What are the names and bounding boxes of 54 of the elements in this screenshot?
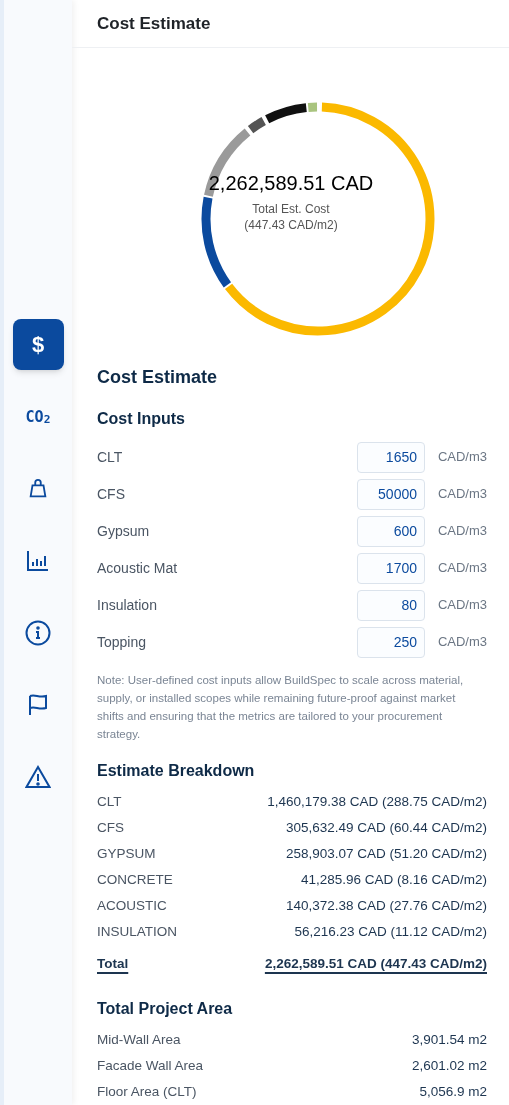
total-cost-caption: Total Est. Cost — [252, 201, 330, 217]
bag-icon — [27, 478, 49, 500]
row-value: 56,216.23 CAD (11.12 CAD/m2) — [294, 922, 487, 941]
row-value: 41,285.96 CAD (8.16 CAD/m2) — [300, 870, 487, 889]
row-label: CFS — [97, 818, 124, 837]
unit-label: CAD/m3 — [436, 596, 487, 615]
row-value: 3,901.54 m2 — [411, 1030, 487, 1049]
subsection-title: Estimate Breakdown — [97, 762, 255, 779]
row-label: ACOUSTIC — [97, 896, 167, 915]
cost-input-field[interactable]: 600 — [357, 515, 425, 547]
unit-label: CAD/m3 — [436, 448, 487, 467]
cost-input-field[interactable]: 250 — [357, 626, 425, 658]
total-label: Total — [97, 954, 129, 973]
row-label: INSULATION — [97, 922, 177, 941]
section-title: Cost Estimate — [97, 367, 218, 387]
sidebar-tab[interactable]: $ — [12, 319, 64, 370]
total-cost: 2,262,589.51 CAD — [208, 171, 374, 195]
bar-chart-icon — [26, 550, 50, 572]
unit-label: CAD/m3 — [436, 485, 487, 504]
input-label: Insulation — [97, 595, 158, 615]
unit-label: CAD/m3 — [436, 559, 487, 578]
row-label: CLT — [97, 792, 122, 811]
subsection-title: Cost Inputs — [97, 410, 185, 427]
row-value: 258,903.07 CAD (51.20 CAD/m2) — [285, 844, 487, 863]
cost-input-field[interactable]: 1650 — [357, 441, 425, 473]
subsection-title: Total Project Area — [97, 1000, 233, 1017]
sidebar-tab[interactable]: CO$_{2}$ — [12, 392, 64, 442]
unit-label: CAD/m3 — [436, 522, 487, 541]
input-label: CFS — [97, 484, 126, 504]
cost-input-field[interactable]: 50000 — [357, 478, 425, 510]
panel-title: Cost Estimate — [97, 12, 211, 35]
row-value: 1,460,179.38 CAD (288.75 CAD/m2) — [267, 792, 487, 811]
input-label: Gypsum — [97, 521, 151, 541]
cost-input-field[interactable]: 1700 — [357, 552, 425, 584]
row-label: CONCRETE — [97, 870, 173, 889]
input-label: CLT — [97, 447, 124, 467]
input-label: Acoustic Mat — [97, 558, 179, 578]
unit-label: CAD/m3 — [436, 633, 487, 652]
row-value: 5,056.9 m2 — [419, 1082, 487, 1101]
row-value: 305,632.49 CAD (60.44 CAD/m2) — [285, 818, 487, 837]
row-label: Floor Area (CLT) — [97, 1082, 197, 1101]
note-text: Note: User-defined cost inputs allow BuildSpec to scale across material, supply, or installed scopes while remaining future-proof against market shifts and ensuring that the metrics are tailored to your procurement strategy. — [97, 673, 465, 742]
cost-input-field[interactable]: 80 — [357, 589, 425, 621]
row-label: Mid-Wall Area — [97, 1030, 181, 1049]
row-value: 140,372.38 CAD (27.76 CAD/m2) — [285, 896, 487, 915]
row-label: GYPSUM — [97, 844, 156, 863]
row-label: Facade Wall Area — [97, 1056, 204, 1075]
warning-icon — [25, 765, 51, 789]
input-label: Topping — [97, 632, 148, 652]
row-value: 2,601.02 m2 — [411, 1056, 487, 1075]
cost-per-area: (447.43 CAD/m2) — [244, 217, 338, 233]
flag-icon — [26, 693, 50, 717]
total-value: 2,262,589.51 CAD (447.43 CAD/m2) — [264, 954, 487, 973]
info-icon — [25, 620, 51, 646]
